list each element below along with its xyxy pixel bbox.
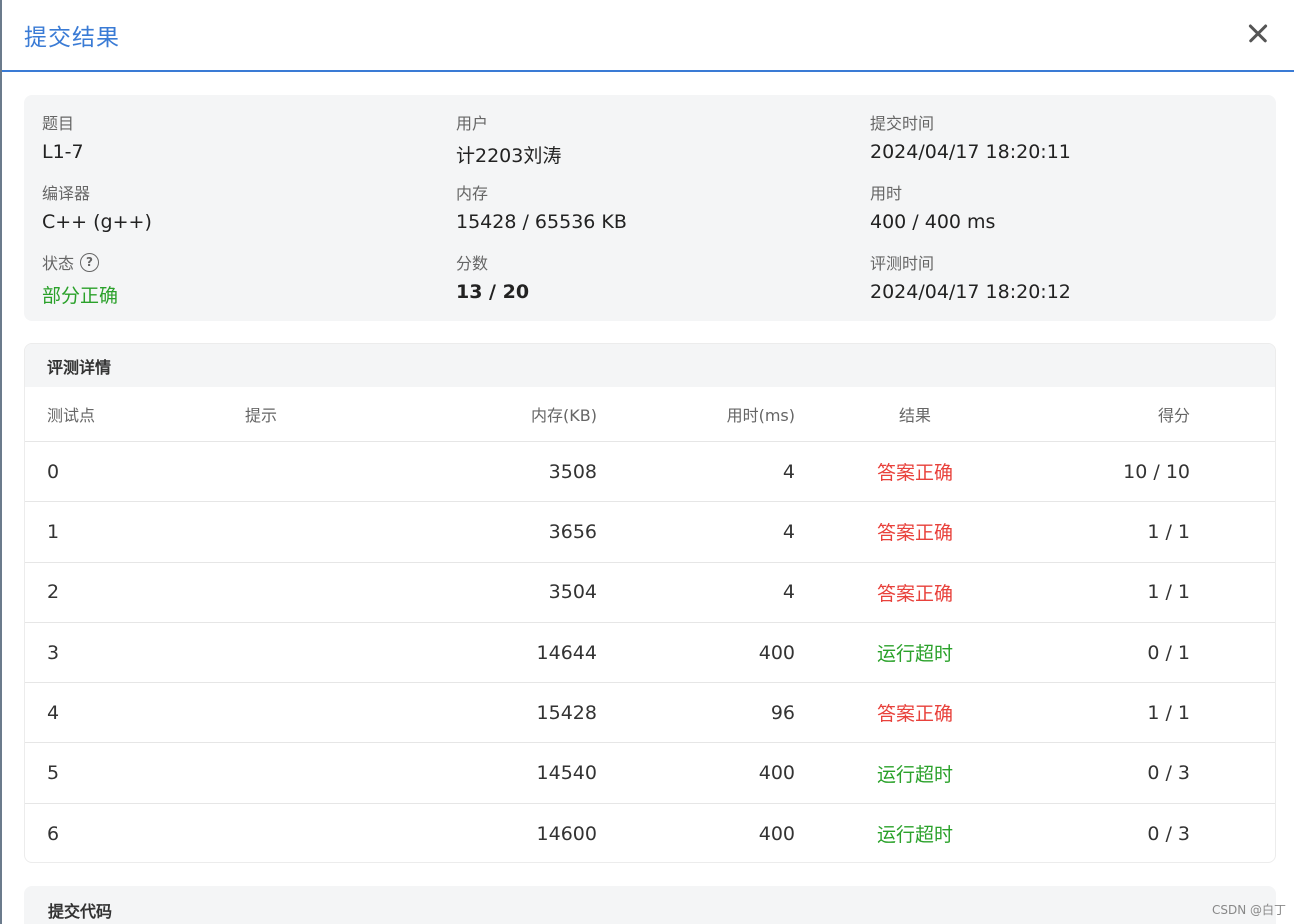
testcase-result: 答案正确	[876, 703, 953, 726]
testcase-id: 0	[47, 460, 60, 483]
table-row: 2 3504 4 答案正确 1 / 1	[25, 563, 1275, 623]
testcase-score: 1 / 1	[1147, 520, 1190, 543]
time-label: 用时	[870, 184, 903, 203]
column-header-hint: 提示	[245, 406, 278, 425]
problem-value[interactable]: L1-7	[42, 141, 84, 165]
score-label: 分数	[456, 254, 489, 273]
testcase-time: 400	[758, 762, 795, 785]
testcase-id: 4	[47, 701, 60, 724]
status-value: 部分正确	[42, 285, 119, 307]
compiler-cell: 编译器 C++ (g++)	[42, 181, 152, 235]
judge-details-panel: 评测详情 测试点 提示 内存(KB) 用时(ms) 结果 得分 0 3508 4 答案…	[24, 343, 1276, 863]
testcase-id: 5	[47, 762, 60, 785]
submitted-code-title: 提交代码	[48, 902, 113, 921]
dialog-title: 提交结果	[24, 25, 120, 51]
column-header-score: 得分	[1157, 406, 1190, 425]
column-header-testcase: 测试点	[47, 406, 96, 425]
table-row: 1 3656 4 答案正确 1 / 1	[25, 502, 1275, 563]
testcase-id: 6	[47, 822, 60, 845]
table-row: 0 3508 4 答案正确 10 / 10	[25, 442, 1275, 503]
submission-result-dialog: 提交结果 题目 L1-7 用户 计2203刘涛 提交时间 2024/04/17 …	[0, 0, 1294, 924]
problem-label: 题目	[42, 114, 75, 133]
column-header-memory: 内存(KB)	[531, 406, 597, 425]
table-row: 4 15428 96 答案正确 1 / 1	[25, 683, 1275, 744]
testcase-memory: 14644	[536, 641, 597, 664]
testcase-score: 0 / 1	[1147, 641, 1190, 664]
user-cell: 用户 计2203刘涛	[456, 111, 561, 167]
judge-time-label: 评测时间	[870, 254, 935, 273]
time-cell: 用时 400 / 400 ms	[870, 181, 995, 235]
testcase-result: 运行超时	[876, 763, 953, 786]
testcase-memory: 15428	[536, 701, 597, 724]
table-row: 5 14540 400 运行超时 0 / 3	[25, 743, 1275, 804]
testcase-id: 1	[47, 520, 60, 543]
time-value: 400 / 400 ms	[870, 211, 996, 233]
testcase-time: 96	[770, 701, 795, 724]
score-cell: 分数 13 / 20	[456, 251, 529, 305]
testcase-time: 400	[758, 641, 795, 664]
testcase-result: 答案正确	[876, 522, 953, 545]
testcase-result: 答案正确	[876, 462, 953, 485]
close-icon[interactable]	[1242, 18, 1274, 50]
memory-value: 15428 / 65536 KB	[456, 211, 627, 233]
submit-time-cell: 提交时间 2024/04/17 18:20:11	[870, 111, 1071, 165]
question-circle-icon[interactable]: ?	[80, 252, 100, 272]
testcase-score: 1 / 1	[1147, 581, 1190, 604]
testcase-result: 运行超时	[876, 643, 953, 666]
compiler-label: 编译器	[42, 184, 91, 203]
column-header-result: 结果	[898, 406, 931, 425]
submit-time-label: 提交时间	[870, 114, 935, 133]
table-row: 6 14600 400 运行超时 0 / 3	[25, 804, 1275, 862]
testcase-memory: 3656	[548, 520, 597, 543]
status-label-row: 状态 ?	[42, 251, 118, 273]
compiler-value: C++ (g++)	[42, 211, 152, 233]
testcase-result: 答案正确	[876, 582, 953, 605]
status-label: 状态	[42, 254, 75, 273]
memory-cell: 内存 15428 / 65536 KB	[456, 181, 627, 235]
submitted-code-panel: 提交代码	[24, 886, 1276, 924]
table-body: 0 3508 4 答案正确 10 / 10 1 3656 4 答案正确 1 / 1 2 3504 4 答案…	[25, 442, 1275, 862]
testcase-time: 400	[758, 822, 795, 845]
testcase-memory: 14600	[536, 822, 597, 845]
testcase-memory: 14540	[536, 762, 597, 785]
watermark: CSDN @白丁	[1211, 903, 1286, 917]
score-value: 13 / 20	[456, 281, 530, 303]
column-header-time: 用时(ms)	[726, 406, 795, 425]
judge-time-cell: 评测时间 2024/04/17 18:20:12	[870, 251, 1071, 305]
table-header: 测试点 提示 内存(KB) 用时(ms) 结果 得分	[25, 387, 1275, 442]
testcase-memory: 3508	[548, 460, 597, 483]
testcase-result: 运行超时	[876, 824, 953, 847]
testcase-time: 4	[782, 520, 795, 543]
status-cell: 状态 ? 部分正确	[42, 251, 119, 307]
dialog-header: 提交结果	[2, 0, 1294, 72]
testcase-score: 0 / 3	[1147, 762, 1190, 785]
problem-cell: 题目 L1-7	[42, 111, 84, 165]
submit-time-value: 2024/04/17 18:20:11	[870, 141, 1071, 163]
table-row: 3 14644 400 运行超时 0 / 1	[25, 623, 1275, 684]
judge-time-value: 2024/04/17 18:20:12	[870, 281, 1071, 303]
testcase-score: 10 / 10	[1123, 460, 1190, 483]
testcase-id: 2	[47, 581, 60, 604]
testcase-time: 4	[782, 581, 795, 604]
testcase-score: 1 / 1	[1147, 701, 1190, 724]
judge-details-title: 评测详情	[25, 344, 1275, 387]
testcase-id: 3	[47, 641, 60, 664]
memory-label: 内存	[456, 184, 489, 203]
testcase-memory: 3504	[548, 581, 597, 604]
testcase-time: 4	[782, 460, 795, 483]
user-value[interactable]: 计2203刘涛	[456, 141, 561, 167]
user-label: 用户	[456, 114, 489, 133]
testcase-score: 0 / 3	[1147, 822, 1190, 845]
submission-summary: 题目 L1-7 用户 计2203刘涛 提交时间 2024/04/17 18:20…	[24, 95, 1276, 321]
